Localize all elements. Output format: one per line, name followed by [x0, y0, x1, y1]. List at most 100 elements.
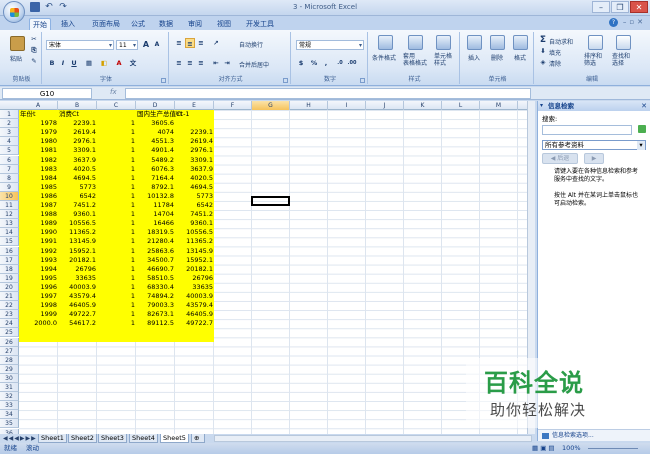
cell-c15[interactable]: 1 [97, 237, 136, 246]
insert-cells-button[interactable]: 插入 [468, 53, 480, 62]
cell-e22[interactable]: 43579.4 [175, 301, 214, 310]
cell-d17[interactable]: 34500.7 [136, 256, 175, 265]
zoom-level[interactable]: 100% [562, 443, 581, 454]
row-header-21[interactable]: 21 [0, 292, 19, 302]
column-header-a[interactable]: A [19, 101, 58, 110]
insert-cells-icon[interactable] [467, 35, 482, 50]
cell-d3[interactable]: 4074 [136, 128, 175, 137]
column-header-j[interactable]: J [366, 101, 404, 110]
row-header-6[interactable]: 6 [0, 155, 19, 165]
fill-button[interactable]: 填充 [549, 48, 561, 57]
cell-b13[interactable]: 10556.5 [58, 219, 97, 228]
row-header-17[interactable]: 17 [0, 255, 19, 265]
cell-a15[interactable]: 1991 [19, 237, 58, 246]
cell-c8[interactable]: 1 [97, 174, 136, 183]
column-header-h[interactable]: H [290, 101, 328, 110]
sheet-tab-3[interactable]: Sheet3 [98, 434, 127, 443]
row-header-9[interactable]: 9 [0, 182, 19, 192]
cell-e8[interactable]: 4020.5 [175, 174, 214, 183]
row-header-31[interactable]: 31 [0, 383, 19, 393]
percent-button[interactable]: % [309, 58, 319, 68]
bold-button[interactable]: B [47, 58, 57, 68]
tab-developer[interactable]: 开发工具 [243, 18, 277, 30]
row-header-20[interactable]: 20 [0, 282, 19, 292]
cell-c21[interactable]: 1 [97, 292, 136, 301]
number-format-select[interactable]: 常规 [296, 40, 364, 50]
cell-c12[interactable]: 1 [97, 210, 136, 219]
row-header-4[interactable]: 4 [0, 137, 19, 147]
cell-c16[interactable]: 1 [97, 247, 136, 256]
cell-e11[interactable]: 6542 [175, 201, 214, 210]
cell-b14[interactable]: 11365.2 [58, 228, 97, 237]
font-name-select[interactable]: 宋体 [46, 40, 114, 50]
horizontal-scrollbar[interactable] [214, 435, 532, 442]
row-header-13[interactable]: 13 [0, 219, 19, 229]
cell-c10[interactable]: 1 [97, 192, 136, 201]
row-header-16[interactable]: 16 [0, 246, 19, 256]
column-header-k[interactable]: K [404, 101, 442, 110]
minimize-icon[interactable]: – [592, 1, 610, 13]
cell-c9[interactable]: 1 [97, 183, 136, 192]
cell-c13[interactable]: 1 [97, 219, 136, 228]
row-header-7[interactable]: 7 [0, 164, 19, 174]
cell-b12[interactable]: 9360.1 [58, 210, 97, 219]
workbook-controls[interactable]: –▫✕ [623, 18, 646, 26]
cell-e4[interactable]: 2619.4 [175, 137, 214, 146]
delete-cells-icon[interactable] [490, 35, 505, 50]
cell-e12[interactable]: 7451.2 [175, 210, 214, 219]
cell-b17[interactable]: 20182.1 [58, 256, 97, 265]
column-header-d[interactable]: D [136, 101, 175, 110]
cell-a17[interactable]: 1993 [19, 256, 58, 265]
autosum-button[interactable]: 自动求和 [549, 37, 573, 46]
cell-d11[interactable]: 11784 [136, 201, 175, 210]
cell-a23[interactable]: 1999 [19, 310, 58, 319]
cell-d20[interactable]: 68330.4 [136, 283, 175, 292]
grow-font-button[interactable]: A [141, 40, 151, 50]
active-cell-g10[interactable] [251, 196, 290, 206]
cell-b1[interactable]: 消费Ct [58, 110, 97, 119]
view-buttons[interactable]: ▦ ▣ ▤ [532, 443, 555, 454]
cell-c4[interactable]: 1 [97, 137, 136, 146]
cell-e20[interactable]: 33635 [175, 283, 214, 292]
align-top-icon[interactable]: ≡ [174, 38, 184, 48]
cell-a13[interactable]: 1989 [19, 219, 58, 228]
cell-e23[interactable]: 46405.9 [175, 310, 214, 319]
cell-c14[interactable]: 1 [97, 228, 136, 237]
clear-icon[interactable]: ◈ [538, 57, 548, 67]
column-header-f[interactable]: F [214, 101, 252, 110]
cell-b23[interactable]: 49722.7 [58, 310, 97, 319]
cell-d19[interactable]: 58510.5 [136, 274, 175, 283]
cell-d16[interactable]: 25863.6 [136, 247, 175, 256]
delete-cells-button[interactable]: 删除 [491, 53, 503, 62]
tab-formulas[interactable]: 公式 [128, 18, 148, 30]
sheet-tab-4[interactable]: Sheet4 [129, 434, 158, 443]
cell-a24[interactable]: 2000.0 [19, 319, 58, 328]
cell-a3[interactable]: 1979 [19, 128, 58, 137]
row-header-24[interactable]: 24 [0, 319, 19, 329]
column-header-b[interactable]: B [58, 101, 97, 110]
tab-page-layout[interactable]: 页面布局 [88, 18, 124, 30]
row-header-26[interactable]: 26 [0, 337, 19, 347]
font-size-select[interactable]: 11 [116, 40, 138, 50]
cell-e17[interactable]: 15952.1 [175, 256, 214, 265]
research-options-link[interactable]: 信息检索选项... [538, 429, 650, 441]
cell-e6[interactable]: 3309.1 [175, 156, 214, 165]
sheet-nav-arrows[interactable]: ◀◀◀▶▶▶ [3, 434, 37, 443]
cell-a21[interactable]: 1997 [19, 292, 58, 301]
close-pane-icon[interactable]: ✕ [641, 101, 647, 111]
column-header-c[interactable]: C [97, 101, 136, 110]
close-icon[interactable]: ✕ [630, 1, 648, 13]
cell-d23[interactable]: 82673.1 [136, 310, 175, 319]
cell-c2[interactable]: 1 [97, 119, 136, 128]
insert-sheet-icon[interactable]: ⊕ [191, 434, 205, 443]
cell-d18[interactable]: 46690.7 [136, 265, 175, 274]
align-left-icon[interactable]: ≡ [174, 58, 184, 68]
cell-e14[interactable]: 10556.5 [175, 228, 214, 237]
increase-decimal-icon[interactable]: .0 [335, 58, 345, 68]
cell-b8[interactable]: 4694.5 [58, 174, 97, 183]
row-header-12[interactable]: 12 [0, 210, 19, 220]
merge-center-button[interactable]: 合并后居中 [239, 60, 269, 69]
phonetic-icon[interactable]: 文 [128, 58, 138, 68]
clear-button[interactable]: 清除 [549, 59, 561, 68]
number-dialog-launcher[interactable] [360, 78, 365, 83]
